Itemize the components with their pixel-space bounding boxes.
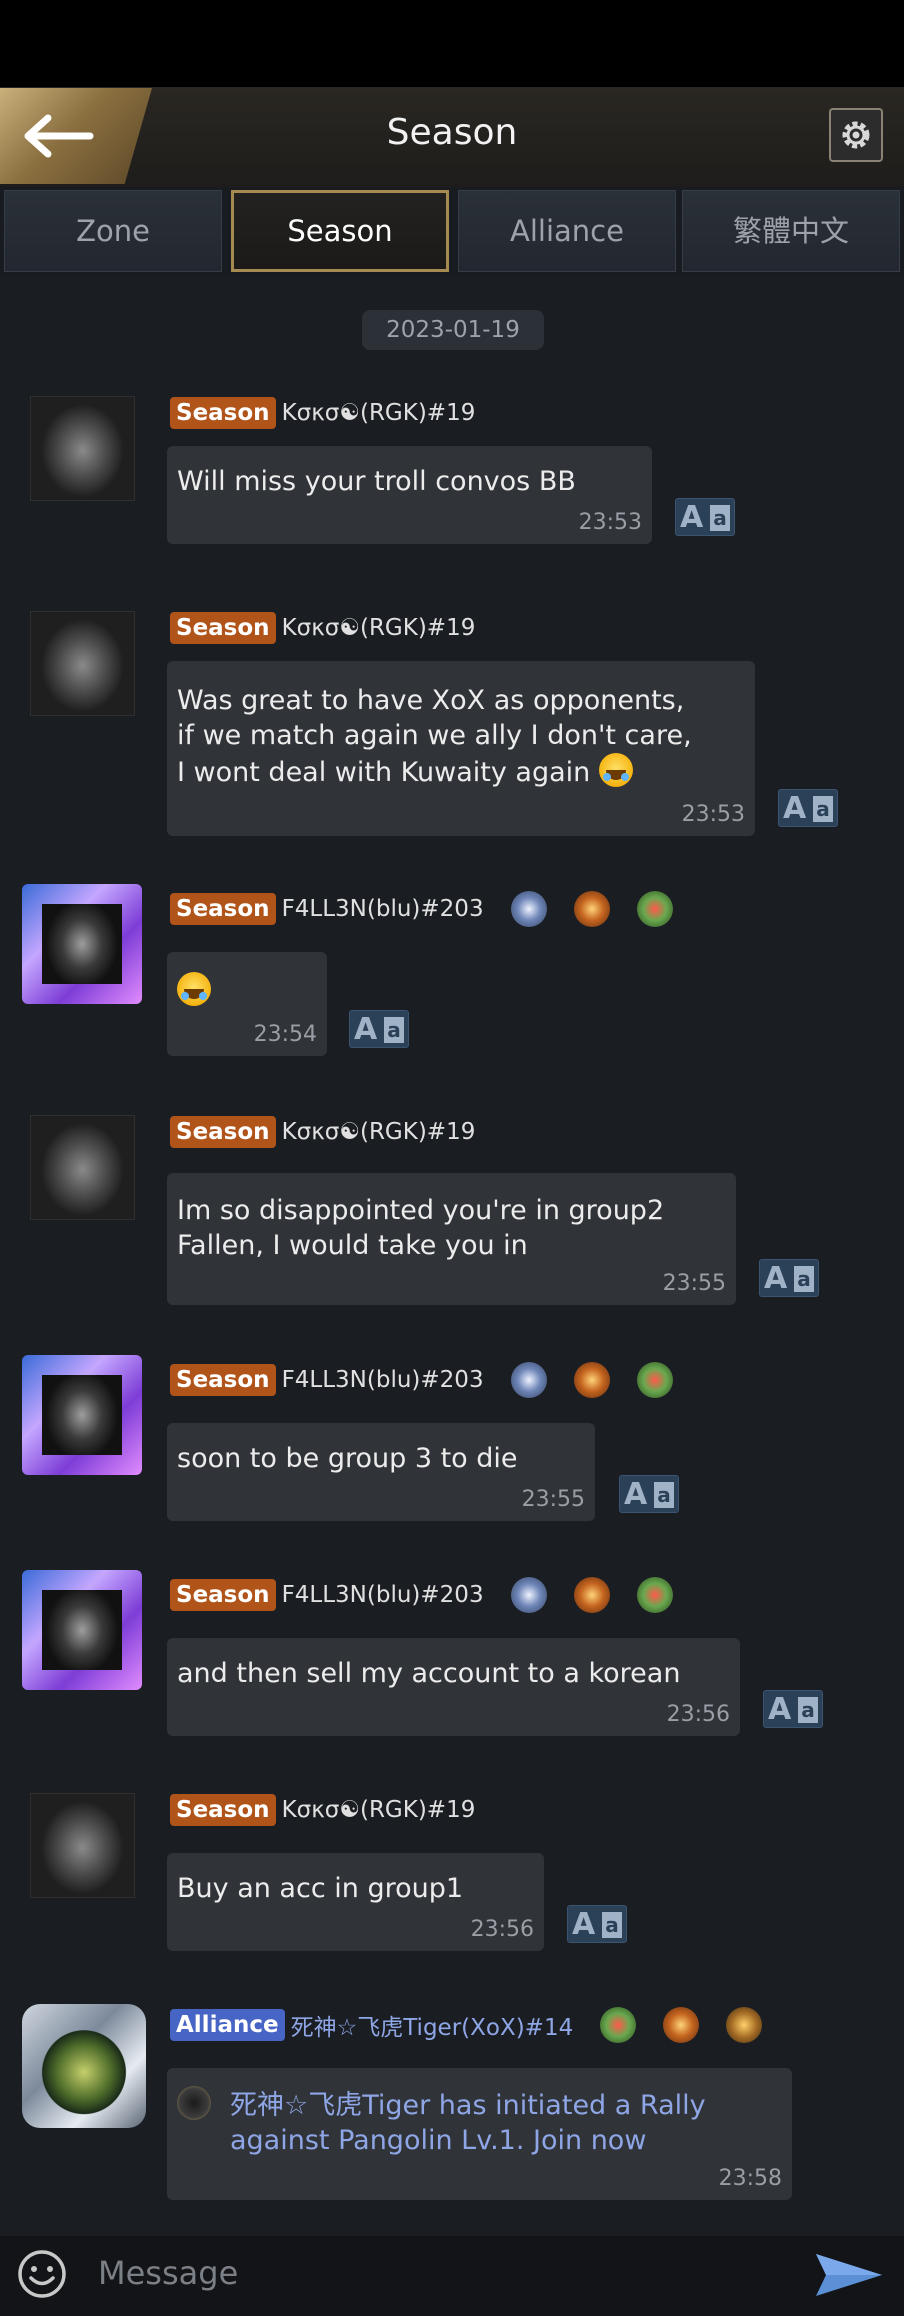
gold-shield-badge-icon xyxy=(726,2007,763,2043)
avatar[interactable] xyxy=(30,1793,135,1898)
fire-badge-icon xyxy=(573,1577,610,1613)
message-time: 23:53 xyxy=(681,802,745,827)
tab-alliance[interactable]: Alliance xyxy=(458,190,676,272)
sender-line: Season Kσκσ☯(RGK)#19 xyxy=(170,1115,475,1149)
sender-line: Season Kσκσ☯(RGK)#19 xyxy=(170,611,475,645)
sender-name[interactable]: F4LL3N(blu)#203 xyxy=(282,896,484,922)
rally-message-bubble[interactable]: 死神☆飞虎Tiger has initiated a Rally against… xyxy=(167,2068,792,2200)
message-bubble[interactable]: Buy an acc in group1 23:56 xyxy=(167,1853,544,1951)
sender-line: Season Kσκσ☯(RGK)#19 xyxy=(170,1793,475,1827)
sender-name[interactable]: F4LL3N(blu)#203 xyxy=(282,1582,484,1608)
rally-icon xyxy=(177,2086,211,2120)
fire-badge-icon xyxy=(573,1362,610,1398)
fire-badge-icon xyxy=(573,891,610,927)
message-text: Buy an acc in group1 xyxy=(177,1873,464,1904)
translate-button[interactable]: Aa xyxy=(759,1259,819,1297)
sender-name[interactable]: Kσκσ☯(RGK)#19 xyxy=(282,1797,476,1823)
skull-badge-icon xyxy=(510,1577,547,1613)
message-text: Was great to have XoX as opponents, if w… xyxy=(177,685,692,788)
message-time: 23:55 xyxy=(662,1271,726,1296)
sender-name[interactable]: Kσκσ☯(RGK)#19 xyxy=(282,615,476,641)
gear-icon xyxy=(842,121,870,149)
send-arrow-icon[interactable] xyxy=(812,2250,884,2300)
page-title: Season xyxy=(386,112,518,153)
message-time: 23:55 xyxy=(521,1487,585,1512)
status-bar xyxy=(0,0,904,87)
sender-name[interactable]: F4LL3N(blu)#203 xyxy=(282,1367,484,1393)
season-tag: Season xyxy=(170,1116,276,1148)
message-time: 23:54 xyxy=(253,1022,317,1047)
message-text: Im so disappointed you're in group2 Fall… xyxy=(177,1195,665,1261)
season-tag: Season xyxy=(170,1579,276,1611)
laughing-emoji-icon xyxy=(177,972,211,1006)
message-text xyxy=(177,972,211,1009)
message-bubble[interactable]: soon to be group 3 to die 23:55 xyxy=(167,1423,595,1521)
settings-button[interactable] xyxy=(829,108,883,162)
avatar[interactable] xyxy=(30,396,135,501)
alliance-tag: Alliance xyxy=(170,2009,285,2041)
translate-button[interactable]: Aa xyxy=(619,1475,679,1513)
message-time: 23:56 xyxy=(470,1917,534,1942)
fire-badge-icon xyxy=(663,2007,700,2043)
avatar[interactable] xyxy=(22,1570,142,1690)
rally-text[interactable]: 死神☆飞虎Tiger has initiated a Rally against… xyxy=(230,2088,706,2158)
translate-button[interactable]: Aa xyxy=(675,498,735,536)
message-bubble[interactable]: Was great to have XoX as opponents, if w… xyxy=(167,661,755,836)
tab-traditional-chinese[interactable]: 繁體中文 xyxy=(682,190,900,272)
date-separator: 2023-01-19 xyxy=(362,310,544,350)
message-time: 23:53 xyxy=(578,510,642,535)
heart-wreath-badge-icon xyxy=(636,1577,673,1613)
heart-wreath-badge-icon xyxy=(636,1362,673,1398)
season-tag: Season xyxy=(170,612,276,644)
sender-line: Alliance 死神☆飞虎Tiger(XoX)#14 xyxy=(170,2007,763,2043)
avatar[interactable] xyxy=(22,884,142,1004)
sender-name[interactable]: Kσκσ☯(RGK)#19 xyxy=(282,400,476,426)
message-bubble[interactable]: 23:54 xyxy=(167,952,327,1056)
avatar[interactable] xyxy=(22,2004,146,2128)
avatar[interactable] xyxy=(30,611,135,716)
message-time: 23:56 xyxy=(666,1702,730,1727)
tab-season[interactable]: Season xyxy=(231,190,449,272)
season-tag: Season xyxy=(170,1794,276,1826)
sender-name[interactable]: 死神☆飞虎Tiger(XoX)#14 xyxy=(291,2008,574,2042)
avatar[interactable] xyxy=(22,1355,142,1475)
season-tag: Season xyxy=(170,397,276,429)
message-input[interactable] xyxy=(96,2250,700,2296)
avatar[interactable] xyxy=(30,1115,135,1220)
translate-button[interactable]: Aa xyxy=(778,789,838,827)
sender-line: Season Kσκσ☯(RGK)#19 xyxy=(170,396,475,430)
translate-button[interactable]: Aa xyxy=(349,1010,409,1048)
skull-badge-icon xyxy=(510,1362,547,1398)
red-gem-badge-icon xyxy=(600,2007,637,2043)
laughing-emoji-icon xyxy=(598,753,633,787)
sender-line: Season F4LL3N(blu)#203 xyxy=(170,1362,673,1398)
season-tag: Season xyxy=(170,893,276,925)
message-text: and then sell my account to a korean xyxy=(177,1658,681,1689)
tab-zone[interactable]: Zone xyxy=(4,190,222,272)
translate-button[interactable]: Aa xyxy=(567,1905,627,1943)
message-time: 23:58 xyxy=(718,2166,782,2191)
sender-line: Season F4LL3N(blu)#203 xyxy=(170,1577,673,1613)
sender-name[interactable]: Kσκσ☯(RGK)#19 xyxy=(282,1119,476,1145)
season-tag: Season xyxy=(170,1364,276,1396)
message-bubble[interactable]: and then sell my account to a korean 23:… xyxy=(167,1638,740,1736)
skull-badge-icon xyxy=(510,891,547,927)
message-bubble[interactable]: Im so disappointed you're in group2 Fall… xyxy=(167,1173,736,1305)
message-bubble[interactable]: Will miss your troll convos BB 23:53 xyxy=(167,446,652,544)
sender-line: Season F4LL3N(blu)#203 xyxy=(170,891,673,927)
smiley-icon[interactable] xyxy=(16,2248,68,2300)
heart-wreath-badge-icon xyxy=(636,891,673,927)
message-text: Will miss your troll convos BB xyxy=(177,466,576,497)
translate-button[interactable]: Aa xyxy=(763,1690,823,1728)
message-text: soon to be group 3 to die xyxy=(177,1443,518,1474)
